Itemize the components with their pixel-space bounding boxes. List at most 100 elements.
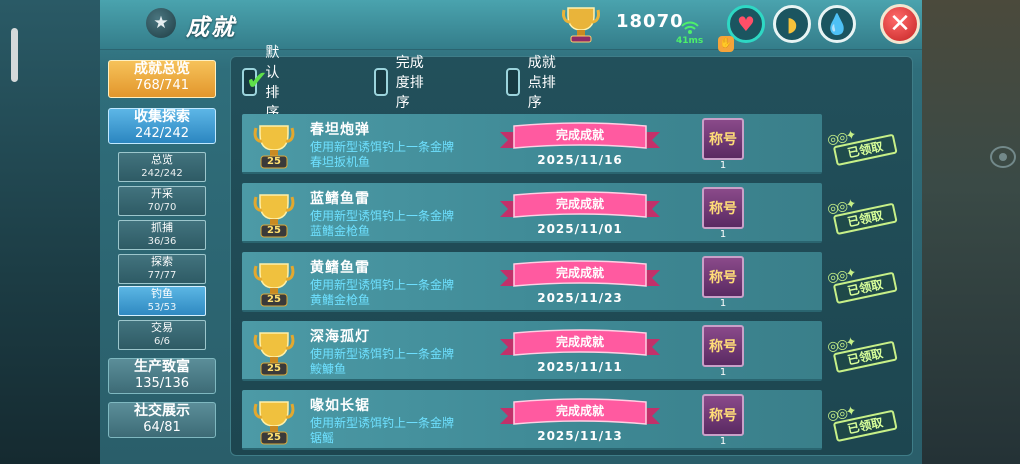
sub-count: 6/6 [153,336,171,347]
ping-text: 41ms [676,36,704,46]
trophy-points: 25 [267,363,281,374]
wifi-icon [681,21,699,34]
claimed-stamp: ◎◎✦ 已领取 [824,119,904,170]
page-title: 成就 [186,15,236,41]
sort-default-checkbox[interactable] [242,66,268,96]
gold-trophy-icon [562,7,600,43]
category-label: 生产致富 [134,359,190,375]
sub-count: 36/36 [147,236,177,247]
achievement-description: 使用新型诱饵钓上一条金牌 春坦扳机鱼 [310,140,454,170]
hand-icon: ✋ [718,36,734,52]
sub-category-trade[interactable]: 交易 6/6 [118,320,206,350]
sub-count: 242/242 [141,168,183,179]
completion-status: 完成成就 [555,266,604,280]
achievement-desc-line2: 锯鳐 [310,431,335,445]
title-reward-badge[interactable]: 称号 [702,187,744,229]
category-production[interactable]: 生产致富 135/136 [108,358,216,394]
achievement-desc-line2: 鮟鱇鱼 [310,362,347,376]
completion-status: 完成成就 [555,335,604,349]
sub-category-capture[interactable]: 抓捕 36/36 [118,220,206,250]
achievement-description: 使用新型诱饵钓上一条金牌 黄鳍金枪鱼 [310,278,454,308]
achievement-desc-line1: 使用新型诱饵钓上一条金牌 [310,347,455,361]
achievement-title: 深海孤灯 [310,329,370,345]
reward-count: 1 [719,160,727,171]
sort-completion-checkbox[interactable] [374,68,388,96]
sub-label: 抓捕 [151,221,173,234]
category-count: 768/741 [134,78,189,93]
category-label: 社交展示 [134,403,190,419]
sort-points-label: 成就点排序 [527,55,556,111]
sub-label: 交易 [151,321,173,334]
side-drag-handle[interactable] [11,28,18,82]
achievement-desc-line1: 使用新型诱饵钓上一条金牌 [310,140,455,154]
sort-points-checkbox[interactable] [506,68,520,96]
trophy-points: 25 [267,432,281,443]
sort-points-option[interactable]: 成就点排序 [506,55,556,111]
sub-category-mining[interactable]: 开采 70/70 [118,186,206,216]
category-collect-explore[interactable]: 收集探索 242/242 [108,108,216,144]
completion-date: 2025/11/13 [537,429,623,443]
achievement-desc-line1: 使用新型诱饵钓上一条金牌 [310,416,455,430]
completion-date: 2025/11/11 [537,360,623,374]
achievement-title: 喙如长锯 [310,398,370,414]
category-count: 242/242 [134,126,189,141]
sub-count: 53/53 [147,302,177,313]
reward-count: 1 [719,298,727,309]
sub-category-overview[interactable]: 总览 242/242 [118,152,206,182]
sort-completion-option[interactable]: 完成度排序 [374,55,424,111]
category-count: 135/136 [134,376,189,391]
title-reward-badge[interactable]: 称号 [702,118,744,160]
category-overview[interactable]: 成就总览 768/741 [108,60,216,98]
achievement-desc-line1: 使用新型诱饵钓上一条金牌 [310,209,455,223]
completion-date: 2025/11/23 [537,291,623,305]
reward-count: 1 [719,367,727,378]
title-reward-badge[interactable]: 称号 [702,394,744,436]
achievement-description: 使用新型诱饵钓上一条金牌 锯鳐 [310,416,454,446]
sub-category-explore[interactable]: 探索 77/77 [118,254,206,284]
category-social[interactable]: 社交展示 64/81 [108,402,216,438]
sub-label: 总览 [151,153,173,166]
sub-count: 70/70 [147,202,177,213]
eye-icon[interactable] [990,146,1016,168]
reward-count: 1 [719,229,727,240]
sub-category-fishing[interactable]: 钓鱼 53/53 [118,286,206,316]
sort-default-option[interactable]: 默认排序 [242,45,292,121]
category-count: 64/81 [143,420,181,435]
water-drop-icon[interactable]: 💧 [818,5,856,43]
achievement-desc-line2: 春坦扳机鱼 [310,155,371,169]
achievement-title: 黄鳍鱼雷 [310,260,370,276]
hunger-icon[interactable]: ◗ [773,5,811,43]
achievement-row: 25 喙如长锯 使用新型诱饵钓上一条金牌 锯鳐 完成成就 2025/11/13 … [242,390,907,450]
sub-count: 77/77 [147,270,177,281]
trophy-star-icon: ★ [146,8,176,38]
title-reward-badge[interactable]: 称号 [702,256,744,298]
claimed-stamp: ◎◎✦ 已领取 [824,257,904,308]
sub-label: 开采 [151,187,173,200]
sort-default-label: 默认排序 [265,45,280,121]
close-button[interactable]: ✕ [880,4,920,44]
completion-status: 完成成就 [555,197,604,211]
reward-count: 1 [719,436,727,447]
completion-status: 完成成就 [555,128,604,142]
achievement-row: 25 深海孤灯 使用新型诱饵钓上一条金牌 鮟鱇鱼 完成成就 2025/11/11… [242,321,907,381]
title-reward-badge[interactable]: 称号 [702,325,744,367]
background-right [920,0,1020,464]
trophy-points: 25 [267,294,281,305]
achievement-description: 使用新型诱饵钓上一条金牌 蓝鳍金枪鱼 [310,209,454,239]
achievement-desc-line2: 黄鳍金枪鱼 [310,293,371,307]
sub-label: 钓鱼 [151,287,173,300]
completion-date: 2025/11/16 [537,153,623,167]
category-label: 成就总览 [134,61,190,77]
achievement-desc-line1: 使用新型诱饵钓上一条金牌 [310,278,455,292]
achievement-description: 使用新型诱饵钓上一条金牌 鮟鱇鱼 [310,347,454,377]
claimed-stamp: ◎◎✦ 已领取 [824,395,904,446]
achievement-title: 春坦炮弹 [310,122,370,138]
achievement-row: 25 黄鳍鱼雷 使用新型诱饵钓上一条金牌 黄鳍金枪鱼 完成成就 2025/11/… [242,252,907,312]
achievement-points: 18070 [616,11,684,32]
category-sidebar: 成就总览 768/741 收集探索 242/242 总览 242/242 开采 … [106,56,218,464]
sub-label: 探索 [151,255,173,268]
category-label: 收集探索 [134,109,190,125]
trophy-points: 25 [267,225,281,236]
claimed-stamp: ◎◎✦ 已领取 [824,188,904,239]
completion-date: 2025/11/01 [537,222,623,236]
